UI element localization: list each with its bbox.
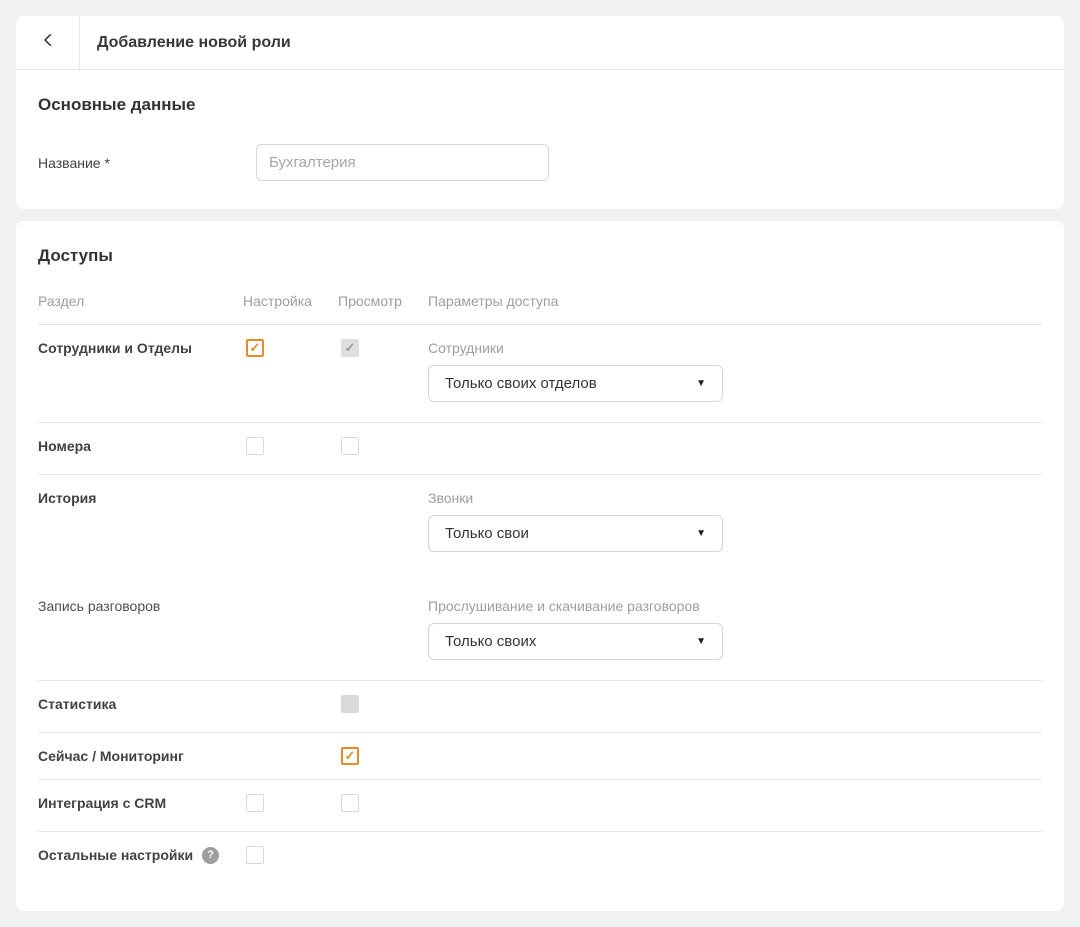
name-input[interactable] (256, 144, 549, 181)
help-icon[interactable] (202, 847, 219, 864)
access-row-call-recording: Запись разговоров Прослушивание и скачив… (38, 572, 1042, 681)
back-button[interactable] (16, 16, 80, 69)
view-checkbox (341, 339, 359, 357)
access-section: Доступы Раздел Настройка Просмотр Параме… (16, 221, 1064, 911)
access-row-history: История Звонки Только свои (38, 475, 1042, 572)
column-header-view: Просмотр (338, 293, 428, 309)
row-label: Сейчас / Мониторинг (38, 747, 184, 765)
basic-section-title: Основные данные (38, 95, 1042, 115)
config-checkbox[interactable] (246, 794, 264, 812)
param-label: Звонки (428, 489, 1042, 507)
row-label: Запись разговоров (38, 597, 160, 615)
access-row-statistics: Статистика (38, 681, 1042, 733)
view-checkbox[interactable] (341, 437, 359, 455)
access-section-title: Доступы (38, 246, 1042, 266)
access-row-crm-integration: Интеграция с CRM (38, 780, 1042, 832)
config-checkbox[interactable] (246, 437, 264, 455)
param-select[interactable]: Только своих (428, 623, 723, 660)
param-select-value: Только свои (445, 525, 529, 542)
row-label: Сотрудники и Отделы (38, 339, 192, 357)
access-table-header: Раздел Настройка Просмотр Параметры дост… (38, 293, 1042, 325)
page-header: Добавление новой роли (16, 16, 1064, 70)
row-label: Интеграция с CRM (38, 794, 166, 812)
row-label: История (38, 489, 96, 507)
name-form-row: Название * (38, 144, 1042, 181)
param-label: Сотрудники (428, 339, 1042, 357)
param-select[interactable]: Только своих отделов (428, 365, 723, 402)
chevron-down-icon (696, 636, 706, 647)
param-select-value: Только своих (445, 633, 536, 650)
row-label: Статистика (38, 695, 116, 713)
access-row-other-settings: Остальные настройки (38, 832, 1042, 883)
access-row-monitoring: Сейчас / Мониторинг (38, 733, 1042, 780)
access-row-employees: Сотрудники и Отделы Сотрудники Только св… (38, 325, 1042, 423)
chevron-down-icon (696, 378, 706, 389)
row-label: Номера (38, 437, 91, 455)
chevron-down-icon (696, 528, 706, 539)
view-checkbox (341, 695, 359, 713)
param-select-value: Только своих отделов (445, 375, 597, 392)
config-checkbox[interactable] (246, 339, 264, 357)
column-header-config: Настройка (243, 293, 338, 309)
access-row-numbers: Номера (38, 423, 1042, 475)
access-card: Доступы Раздел Настройка Просмотр Параме… (16, 221, 1064, 911)
config-checkbox[interactable] (246, 846, 264, 864)
chevron-left-icon (39, 31, 57, 54)
column-header-section: Раздел (38, 293, 243, 309)
name-label: Название * (38, 155, 256, 171)
param-select[interactable]: Только свои (428, 515, 723, 552)
column-header-params: Параметры доступа (428, 293, 1042, 309)
view-checkbox[interactable] (341, 747, 359, 765)
basic-data-section: Основные данные Название * (16, 70, 1064, 209)
view-checkbox[interactable] (341, 794, 359, 812)
page-title: Добавление новой роли (80, 16, 291, 69)
main-card: Добавление новой роли Основные данные На… (16, 16, 1064, 209)
row-label: Остальные настройки (38, 846, 193, 864)
param-label: Прослушивание и скачивание разговоров (428, 597, 1042, 615)
